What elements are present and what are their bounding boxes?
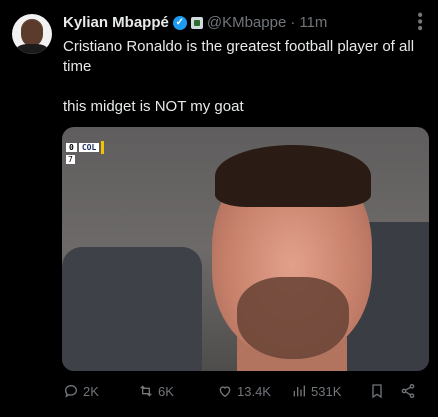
bookmark-icon (372, 384, 382, 399)
tweet-media-image[interactable]: 0 COL 7 (62, 127, 429, 371)
views-count: 531K (311, 383, 342, 399)
share-icon (401, 384, 415, 398)
tweet-header: Kylian Mbappé ✓ @KMbappe · 11m (63, 14, 327, 31)
player-beard (237, 277, 349, 359)
reply-count: 2K (83, 383, 99, 399)
tweet-text-line-2: this midget is NOT my goat (63, 98, 244, 115)
tweet-actions-bar: 2K 6K 13.4K 531K (63, 383, 423, 403)
author-handle[interactable]: @KMbappe (207, 14, 286, 31)
repost-button[interactable]: 6K (138, 383, 174, 399)
separator-dot: · (290, 14, 296, 31)
views-button[interactable]: 531K (291, 383, 341, 399)
affiliation-badge-icon (190, 16, 203, 29)
scoreboard-subvalue: 7 (66, 155, 75, 164)
like-button[interactable]: 13.4K (217, 383, 271, 399)
reply-button[interactable]: 2K (63, 383, 99, 399)
views-chart-icon (293, 385, 305, 397)
tweet-text-line-1: Cristiano Ronaldo is the greatest footba… (63, 38, 415, 75)
background-seat (62, 247, 202, 371)
avatar-face (21, 20, 43, 46)
heart-icon (219, 386, 231, 398)
share-button[interactable] (400, 383, 416, 399)
reply-icon (64, 384, 78, 398)
scoreboard-team: COL (78, 143, 100, 152)
tweet-timestamp[interactable]: 11m (299, 14, 327, 31)
tweet-card[interactable]: Kylian Mbappé ✓ @KMbappe · 11m ••• Crist… (0, 0, 438, 417)
player-hair (215, 145, 371, 207)
repost-count: 6K (158, 383, 174, 399)
like-count: 13.4K (237, 383, 271, 399)
tweet-text: Cristiano Ronaldo is the greatest footba… (63, 37, 423, 117)
more-options-icon[interactable]: ••• (410, 12, 428, 32)
verified-badge-icon: ✓ (172, 15, 187, 30)
scoreboard-overlay: 0 COL (66, 141, 105, 154)
repost-icon (140, 385, 152, 397)
avatar-shirt (16, 44, 48, 54)
bookmark-button[interactable] (369, 383, 385, 399)
author-name[interactable]: Kylian Mbappé (63, 14, 169, 31)
author-avatar[interactable] (12, 14, 52, 54)
scoreboard-accent (101, 141, 105, 154)
scoreboard-score: 0 (66, 143, 77, 152)
